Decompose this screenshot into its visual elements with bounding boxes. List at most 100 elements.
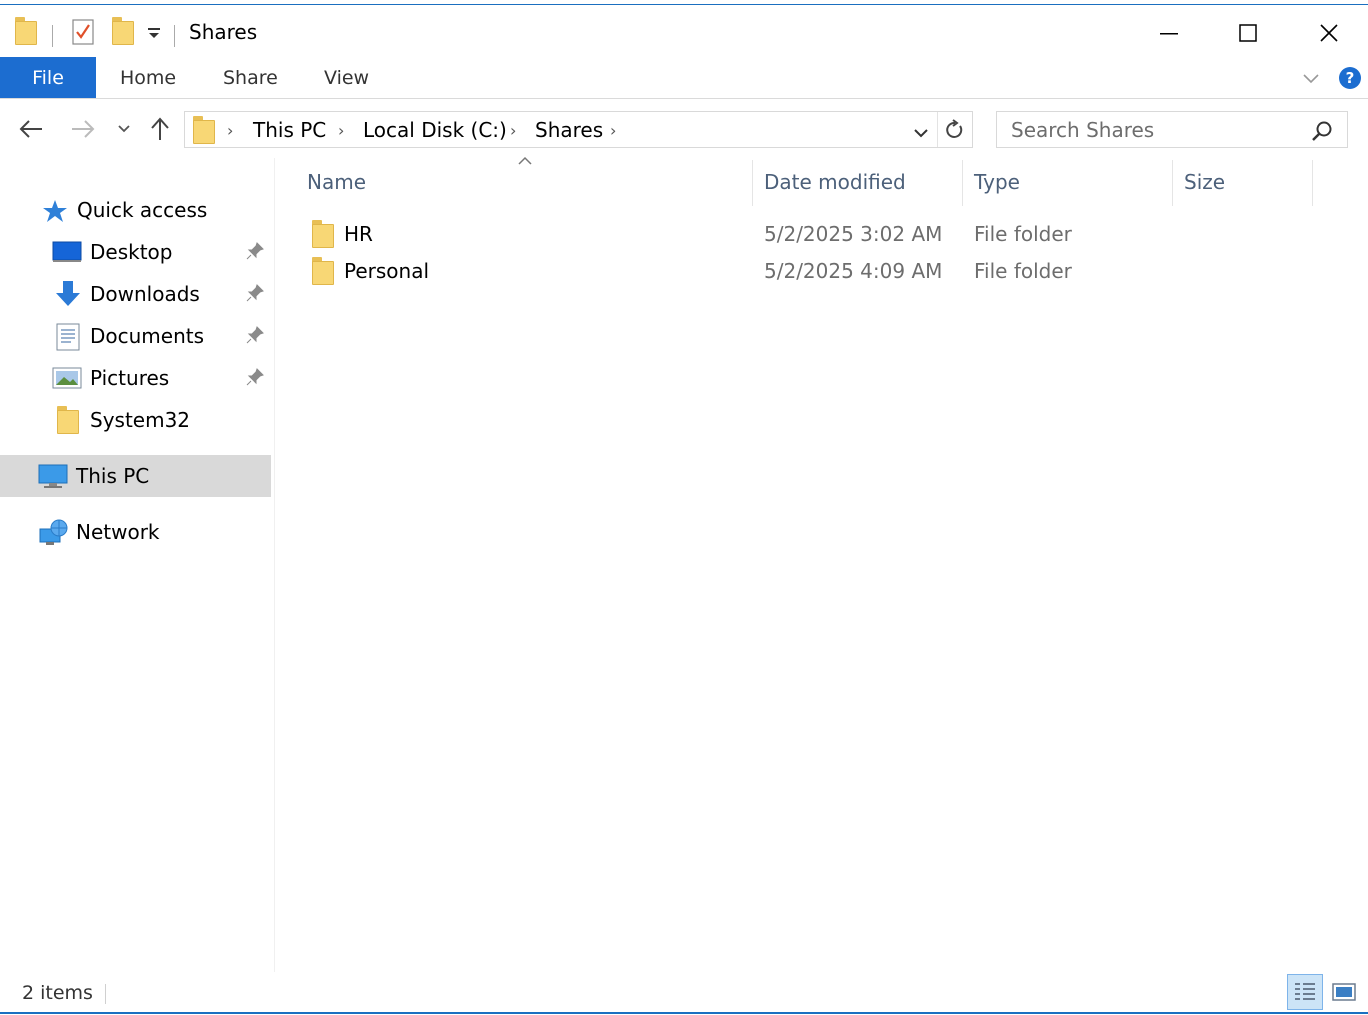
- nav-label: Network: [76, 520, 160, 544]
- refresh-icon[interactable]: [945, 119, 965, 145]
- properties-icon[interactable]: [72, 19, 94, 45]
- navigation-bar: › This PC › Local Disk (C:) › Shares › S…: [0, 100, 1368, 158]
- address-bar[interactable]: › This PC › Local Disk (C:) › Shares ›: [184, 111, 973, 148]
- folder-icon: [312, 257, 334, 285]
- address-separator: [937, 112, 938, 147]
- desktop-icon: [52, 241, 82, 262]
- sort-ascending-icon: [518, 156, 532, 165]
- up-button[interactable]: [146, 114, 174, 144]
- file-type: File folder: [974, 259, 1072, 283]
- pin-icon[interactable]: [246, 242, 264, 260]
- search-box[interactable]: Search Shares: [996, 111, 1348, 148]
- minimize-icon: [1160, 33, 1178, 35]
- ribbon-tabs: File Home Share View ?: [0, 57, 1368, 99]
- breadcrumb-this-pc[interactable]: This PC: [253, 118, 326, 142]
- column-divider[interactable]: [1172, 160, 1173, 206]
- tab-share[interactable]: Share: [223, 57, 278, 98]
- nav-item-this-pc[interactable]: This PC: [0, 455, 271, 497]
- large-icons-view-button[interactable]: [1326, 974, 1362, 1010]
- status-separator: [105, 984, 106, 1004]
- help-icon[interactable]: ?: [1338, 66, 1362, 94]
- documents-icon: [56, 323, 80, 351]
- nav-label: System32: [90, 408, 191, 432]
- details-view-icon: [1295, 983, 1315, 1000]
- customize-qat-chevron-icon[interactable]: [146, 25, 162, 45]
- computer-icon: [38, 464, 68, 488]
- search-input[interactable]: Search Shares: [1011, 118, 1154, 142]
- pane-splitter[interactable]: [274, 158, 275, 972]
- window-title: Shares: [189, 20, 258, 44]
- nav-item-desktop[interactable]: Desktop: [0, 231, 271, 273]
- nav-item-pictures[interactable]: Pictures: [0, 357, 271, 399]
- nav-label: Quick access: [77, 198, 208, 222]
- tab-file[interactable]: File: [0, 57, 96, 98]
- column-header-size[interactable]: Size: [1184, 170, 1225, 194]
- pin-icon[interactable]: [246, 284, 264, 302]
- navigation-pane: Quick access Desktop Downloads Documents…: [0, 158, 274, 972]
- file-row-hr[interactable]: HR 5/2/2025 3:02 AM File folder: [300, 216, 1340, 252]
- back-arrow-icon: [19, 120, 42, 138]
- breadcrumb-chevron-icon[interactable]: ›: [610, 121, 616, 140]
- nav-label: Pictures: [90, 366, 170, 390]
- folder-icon: [57, 406, 79, 434]
- nav-item-system32[interactable]: System32: [0, 399, 271, 441]
- details-view-button[interactable]: [1287, 974, 1323, 1010]
- close-button[interactable]: [1294, 10, 1364, 56]
- column-divider[interactable]: [962, 160, 963, 206]
- column-divider[interactable]: [752, 160, 753, 206]
- pin-icon[interactable]: [246, 326, 264, 344]
- breadcrumb-chevron-icon[interactable]: ›: [510, 121, 516, 140]
- pictures-icon: [52, 367, 82, 389]
- svg-text:?: ?: [1346, 69, 1355, 87]
- address-dropdown-chevron-icon[interactable]: [913, 124, 929, 143]
- file-explorer-window: Shares File Home Share View ? › This PC …: [0, 0, 1368, 1015]
- search-icon[interactable]: [1311, 120, 1333, 146]
- breadcrumb-shares[interactable]: Shares: [535, 118, 603, 142]
- expand-ribbon-chevron-icon[interactable]: [1302, 70, 1320, 89]
- up-arrow-icon: [151, 117, 169, 140]
- minimize-button[interactable]: [1134, 10, 1204, 56]
- file-type: File folder: [974, 222, 1072, 246]
- nav-label: Documents: [90, 324, 205, 348]
- pin-icon[interactable]: [246, 368, 264, 386]
- column-divider[interactable]: [1312, 160, 1313, 206]
- breadcrumb-local-disk[interactable]: Local Disk (C:): [363, 118, 507, 142]
- folder-icon: [15, 17, 37, 45]
- folder-icon: [193, 116, 215, 144]
- qat-separator: [52, 25, 53, 47]
- tab-home[interactable]: Home: [120, 57, 176, 98]
- forward-arrow-icon: [72, 120, 95, 138]
- recent-locations-button[interactable]: [114, 114, 134, 144]
- title-separator: [174, 25, 175, 47]
- download-arrow-icon: [56, 281, 80, 306]
- star-icon: [43, 200, 67, 222]
- breadcrumb-chevron-icon[interactable]: ›: [227, 121, 233, 140]
- title-bar: Shares: [0, 5, 1368, 57]
- file-date-modified: 5/2/2025 4:09 AM: [764, 259, 943, 283]
- column-header-type[interactable]: Type: [974, 170, 1020, 194]
- nav-item-downloads[interactable]: Downloads: [0, 273, 271, 315]
- maximize-icon: [1239, 24, 1257, 42]
- back-button[interactable]: [16, 114, 46, 144]
- tab-view[interactable]: View: [324, 57, 369, 98]
- column-header-name[interactable]: Name: [307, 170, 366, 194]
- nav-item-documents[interactable]: Documents: [0, 315, 271, 357]
- nav-label: This PC: [76, 464, 150, 488]
- breadcrumb-chevron-icon[interactable]: ›: [338, 121, 344, 140]
- nav-item-network[interactable]: Network: [0, 511, 271, 553]
- new-folder-icon[interactable]: [112, 17, 134, 45]
- status-bar: 2 items: [0, 972, 1368, 1012]
- forward-button[interactable]: [68, 114, 98, 144]
- folder-icon: [312, 220, 334, 248]
- nav-label: Downloads: [90, 282, 200, 306]
- file-name: Personal: [344, 259, 430, 283]
- file-row-personal[interactable]: Personal 5/2/2025 4:09 AM File folder: [300, 253, 1340, 289]
- large-icons-view-icon: [1332, 983, 1356, 1001]
- chevron-down-icon: [118, 125, 130, 133]
- nav-label: Desktop: [90, 240, 173, 264]
- network-icon: [39, 519, 68, 545]
- file-name: HR: [344, 222, 373, 246]
- column-header-date-modified[interactable]: Date modified: [764, 170, 906, 194]
- maximize-button[interactable]: [1213, 10, 1283, 56]
- nav-item-quick-access[interactable]: Quick access: [0, 189, 271, 231]
